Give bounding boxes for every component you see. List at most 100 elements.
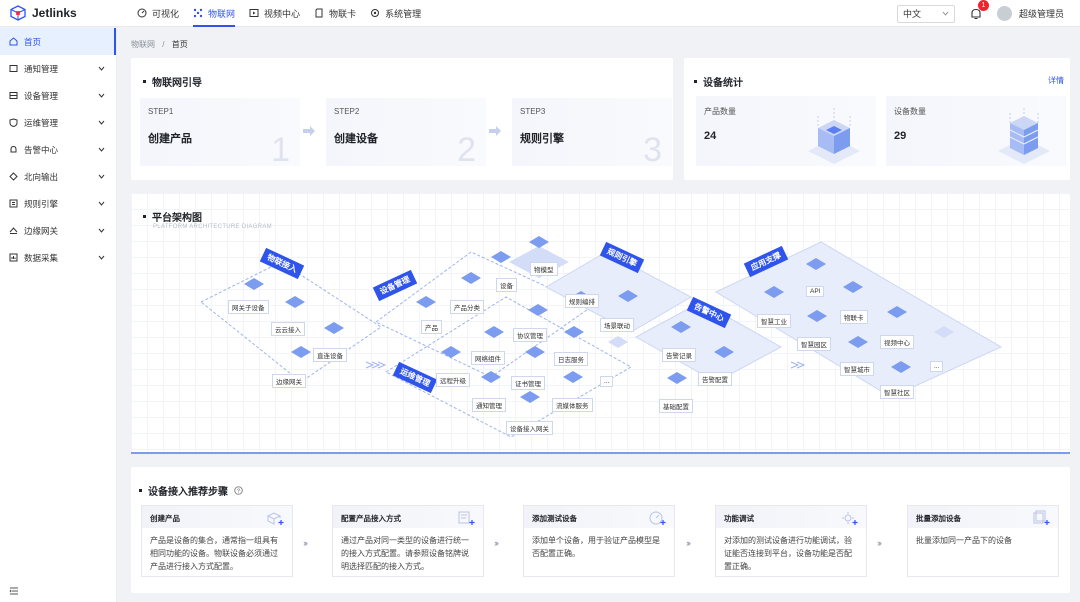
- step-label: STEP1: [148, 107, 174, 116]
- chevron-down-icon: [98, 93, 105, 98]
- rec-step-header: 批量添加设备: [908, 506, 1058, 528]
- chevron-down-icon: [942, 11, 949, 16]
- arch-tag: 边缘网关: [272, 374, 306, 388]
- nav-label: 物联卡: [329, 8, 357, 19]
- step-number: 2: [457, 131, 476, 169]
- cube-logo-icon: [10, 5, 26, 21]
- breadcrumb-separator: /: [162, 40, 165, 49]
- arch-tag: 场景联动: [600, 318, 634, 332]
- title-marker: [694, 80, 697, 83]
- arch-tag: 网关子设备: [228, 300, 269, 314]
- stat-product-count: 产品数量 24: [696, 96, 876, 166]
- nav-system[interactable]: 系统管理: [363, 0, 428, 27]
- app-logo[interactable]: Jetlinks: [0, 0, 118, 27]
- rec-step-debug[interactable]: 功能调试 对添加的测试设备进行功能调试，验证能否连接到平台，设备功能是否配置正确…: [715, 505, 867, 577]
- language-select[interactable]: 中文: [896, 4, 955, 23]
- rec-step-create-product[interactable]: 创建产品 产品是设备的集合，通常指一组具有相同功能的设备。物联设备必须通过产品进…: [141, 505, 293, 577]
- chevron-down-icon: [98, 147, 105, 152]
- chevron-down-icon: [98, 228, 105, 233]
- sim-card-icon: [315, 8, 323, 18]
- rec-step-title: 创建产品: [150, 514, 180, 523]
- rec-step-add-test-device[interactable]: 添加测试设备 添加单个设备，用于验证产品模型是否配置正确。: [523, 505, 675, 577]
- sidebar-item-notice[interactable]: 通知管理: [0, 55, 116, 82]
- menu-collapse-icon[interactable]: [9, 586, 19, 596]
- arch-tag: 产品分类: [450, 300, 484, 314]
- rec-title-wrap: 设备接入推荐步骤 ?: [139, 483, 243, 498]
- rec-step-desc: 通过产品对同一类型的设备进行统一的接入方式配置。请参照设备铭牌说明选择匹配的接入…: [341, 536, 469, 571]
- rec-arrow-icon: ›››: [686, 538, 691, 548]
- nav-label: 视频中心: [264, 8, 301, 19]
- rule-icon: [9, 199, 18, 208]
- sidebar-item-label: 告警中心: [24, 144, 59, 155]
- arch-tag: ...: [600, 376, 614, 387]
- notification-button[interactable]: 1: [969, 0, 989, 21]
- arch-tag: 智慧工业: [757, 314, 791, 328]
- username[interactable]: 超级管理员: [1019, 7, 1064, 20]
- collect-icon: [9, 253, 18, 262]
- stats-title: 设备统计: [703, 78, 743, 89]
- arch-tag: 直连设备: [313, 348, 347, 362]
- avatar[interactable]: [996, 6, 1012, 21]
- rec-step-title: 添加测试设备: [532, 514, 577, 523]
- sidebar-item-rule[interactable]: 规则引擎: [0, 190, 116, 217]
- arch-tag: 智慧城市: [840, 362, 874, 376]
- arch-tag: 规则编排: [565, 294, 599, 308]
- rec-step-desc: 批量添加同一产品下的设备: [916, 536, 1012, 545]
- arch-tag: API: [806, 286, 825, 297]
- arch-tag: 协议管理: [513, 328, 547, 342]
- arch-tag: 物联卡: [840, 310, 868, 324]
- chevron-down-icon: [98, 174, 105, 179]
- sidebar-item-label: 北向输出: [24, 171, 59, 182]
- alarm-icon: [10, 145, 17, 153]
- stat-device-count: 设备数量 29: [886, 96, 1066, 166]
- arch-tag: 视频中心: [880, 335, 914, 349]
- help-circle-icon[interactable]: ?: [234, 486, 243, 495]
- rec-step-config-access[interactable]: 配置产品接入方式 通过产品对同一类型的设备进行统一的接入方式配置。请参照设备铭牌…: [332, 505, 484, 577]
- nav-visualization[interactable]: 可视化: [130, 0, 186, 27]
- stat-value: 29: [894, 130, 907, 142]
- guide-step-3[interactable]: STEP3 规则引擎 3: [512, 98, 672, 169]
- nav-label: 物联网: [208, 8, 236, 19]
- stats-detail-link[interactable]: 详情: [1048, 75, 1064, 86]
- arch-tag: 通知管理: [472, 398, 506, 412]
- app-name: Jetlinks: [32, 6, 77, 20]
- arch-tag: 远程升级: [436, 373, 470, 387]
- rec-step-desc: 产品是设备的集合，通常指一组具有相同功能的设备。物联设备必须通过产品进行接入方式…: [150, 536, 278, 571]
- guide-step-1[interactable]: STEP1 创建产品 1: [140, 98, 300, 169]
- rec-step-header: 创建产品: [142, 506, 292, 528]
- iot-icon: [193, 8, 203, 18]
- guide-title: 物联网引导: [152, 78, 202, 89]
- guide-title-wrap: 物联网引导: [143, 74, 202, 89]
- arch-tag: ...: [930, 361, 944, 372]
- sidebar-item-home[interactable]: 首页: [0, 28, 116, 55]
- product-cube-icon: [808, 108, 860, 164]
- sidebar-item-output[interactable]: 北向输出: [0, 163, 116, 190]
- rec-arrow-icon: ›››: [877, 538, 882, 548]
- sidebar-item-ops[interactable]: 运维管理: [0, 109, 116, 136]
- sidebar-item-alarm[interactable]: 告警中心: [0, 136, 116, 163]
- arch-bottom-line: [131, 452, 1070, 454]
- nav-sim-card[interactable]: 物联卡: [307, 0, 363, 27]
- sidebar-item-gateway[interactable]: 边缘网关: [0, 217, 116, 244]
- stat-value: 24: [704, 130, 717, 142]
- sidebar-item-device[interactable]: 设备管理: [0, 82, 116, 109]
- step-label: STEP3: [520, 107, 546, 116]
- rec-title: 设备接入推荐步骤: [148, 487, 228, 498]
- arch-tag: 物模型: [530, 262, 558, 276]
- rec-arrow-icon: ›››: [303, 538, 308, 548]
- rec-step-header: 功能调试: [716, 506, 866, 528]
- guide-step-2[interactable]: STEP2 创建设备 2: [326, 98, 486, 169]
- chevron-down-icon: [98, 120, 105, 125]
- breadcrumb-current: 首页: [171, 40, 188, 49]
- rec-step-batch-add[interactable]: 批量添加设备 批量添加同一产品下的设备: [907, 505, 1059, 577]
- sidebar-item-label: 运维管理: [24, 117, 59, 128]
- nav-iot[interactable]: 物联网: [186, 0, 242, 27]
- language-value: 中文: [902, 9, 921, 19]
- arch-tag: 云云接入: [271, 322, 305, 336]
- breadcrumb-root[interactable]: 物联网: [131, 40, 155, 49]
- sidebar-item-collect[interactable]: 数据采集: [0, 244, 116, 271]
- dashboard-icon: [137, 8, 147, 18]
- nav-video[interactable]: 视频中心: [242, 0, 307, 27]
- arch-tag: 智慧社区: [880, 385, 914, 399]
- shield-icon: [9, 118, 18, 127]
